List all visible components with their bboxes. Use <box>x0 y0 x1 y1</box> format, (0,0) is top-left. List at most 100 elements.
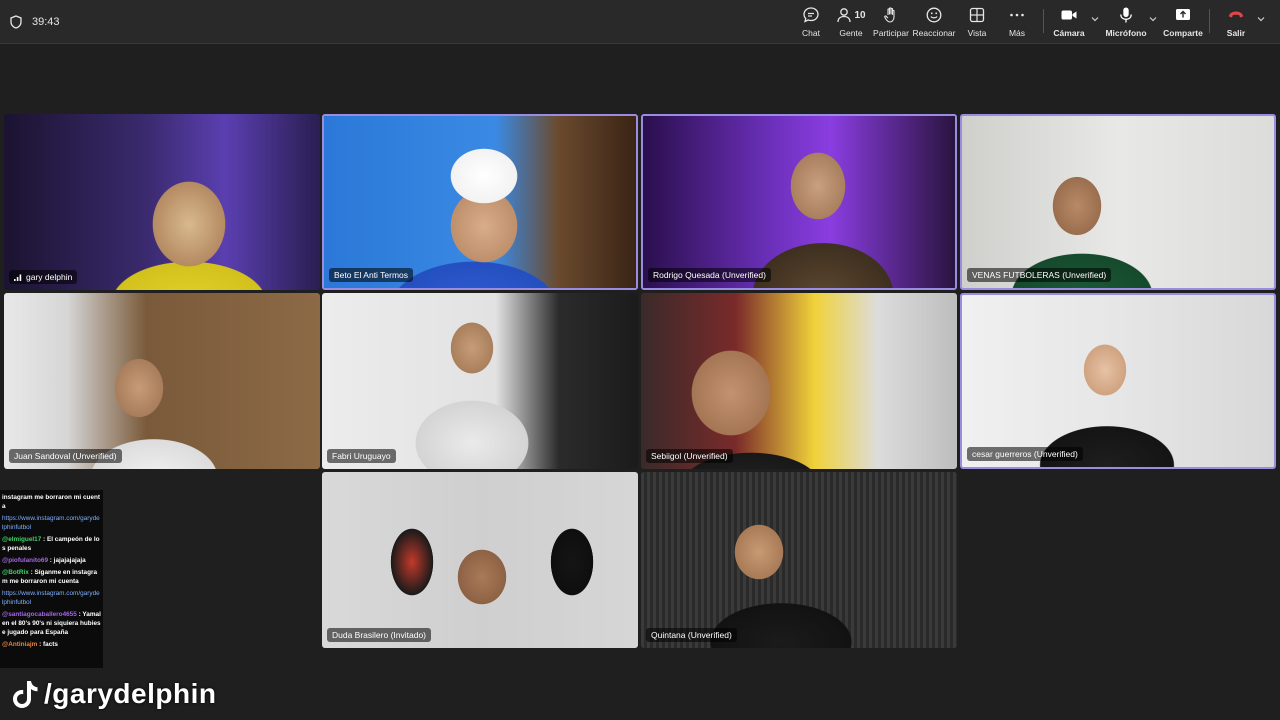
people-label: Gente <box>839 28 863 38</box>
video-tile[interactable]: Fabri Uruguayo <box>322 293 638 469</box>
microphone-button[interactable]: Micrófono <box>1104 6 1148 40</box>
smile-icon <box>926 7 942 23</box>
participant-video <box>322 472 638 648</box>
video-tile[interactable]: gary delphin <box>4 114 320 290</box>
participant-video <box>641 293 957 469</box>
share-label: Comparte <box>1163 28 1203 38</box>
view-label: Vista <box>967 28 987 38</box>
leave-button[interactable]: Salir <box>1214 6 1258 40</box>
raise-hand-icon <box>884 7 895 23</box>
tiktok-icon <box>13 681 38 708</box>
chat-text: : jajajajajaja <box>49 557 86 564</box>
more-button[interactable]: Más <box>995 6 1039 40</box>
participant-video <box>4 114 320 290</box>
people-icon <box>837 8 852 23</box>
share-button[interactable]: Comparte <box>1161 6 1205 40</box>
react-button[interactable]: Reaccionar <box>912 6 956 40</box>
video-tile[interactable]: cesar guerreros (Unverified) <box>960 293 1276 469</box>
participant-name: VENAS FUTBOLERAS (Unverified) <box>972 270 1107 280</box>
chat-message: @santiagocaballero4655 : Yamal en el 80'… <box>2 610 101 637</box>
participant-video <box>641 472 957 648</box>
chat-button[interactable]: Chat <box>789 6 833 40</box>
chat-username: @BotRix <box>2 569 29 576</box>
raise-hand-label: Participar <box>873 28 909 38</box>
chat-label: Chat <box>802 28 820 38</box>
participant-name: Quintana (Unverified) <box>651 630 732 640</box>
participant-nameplate: Duda Brasilero (Invitado) <box>327 628 432 642</box>
toolbar-divider <box>1043 9 1044 33</box>
chat-message: @Antiniajm : facts <box>2 640 101 649</box>
participant-video <box>962 116 1274 288</box>
people-icon-group: 10 <box>836 6 866 24</box>
stream-chat-overlay: instagram me borraron mi cuenta https://… <box>0 490 103 668</box>
video-tile[interactable]: VENAS FUTBOLERAS (Unverified) <box>960 114 1276 290</box>
people-count: 10 <box>854 9 866 21</box>
chat-icon <box>803 7 819 23</box>
participant-name: Beto El Anti Termos <box>334 270 409 280</box>
hang-up-icon <box>1229 11 1243 18</box>
microphone-icon <box>1120 7 1132 23</box>
participant-video <box>4 293 320 469</box>
react-label: Reaccionar <box>912 28 956 38</box>
participant-name: Fabri Uruguayo <box>332 451 391 461</box>
microphone-options-chevron-down-icon[interactable] <box>1148 14 1158 24</box>
participant-name: Rodrigo Quesada (Unverified) <box>653 270 766 280</box>
participant-nameplate: Fabri Uruguayo <box>327 449 396 463</box>
participant-nameplate: Rodrigo Quesada (Unverified) <box>648 268 771 282</box>
chat-text: : facts <box>39 641 58 648</box>
grid-view-icon <box>969 7 985 23</box>
chat-username: @santiagocaballero4655 <box>2 611 77 618</box>
participant-name: Duda Brasilero (Invitado) <box>332 630 427 640</box>
participant-nameplate: Beto El Anti Termos <box>329 268 414 282</box>
participant-nameplate: Quintana (Unverified) <box>646 628 737 642</box>
toolbar-divider <box>1209 9 1210 33</box>
chat-link[interactable]: https://www.instagram.com/garydelphinfut… <box>2 590 100 606</box>
chat-message: @elmiguel17 : El campeón de los penales <box>2 535 101 553</box>
chat-username: @piofulanito69 <box>2 557 48 564</box>
chat-username: @elmiguel17 <box>2 536 42 543</box>
microphone-label: Micrófono <box>1105 28 1147 38</box>
video-tile[interactable]: Duda Brasilero (Invitado) <box>322 472 638 648</box>
participant-name: cesar guerreros (Unverified) <box>972 449 1078 459</box>
signal-strength-icon <box>14 274 22 281</box>
chat-message: https://www.instagram.com/garydelphinfut… <box>2 589 101 607</box>
participant-video <box>643 116 955 288</box>
timer-text: 39:43 <box>32 16 60 28</box>
chat-username: @Antiniajm <box>2 641 38 648</box>
video-tile[interactable]: Beto El Anti Termos <box>322 114 638 290</box>
participant-nameplate: gary delphin <box>9 270 78 284</box>
chat-message: https://www.instagram.com/garydelphinfut… <box>2 514 101 532</box>
participant-video <box>322 293 638 469</box>
participant-name: Juan Sandoval (Unverified) <box>14 451 117 461</box>
meeting-toolbar: 39:43 Chat 10 Gente Participar Reacciona… <box>0 0 1280 44</box>
camera-icon <box>1061 10 1077 20</box>
chat-message: @BotRix : Síganme en instagram me borrar… <box>2 568 101 586</box>
video-tile[interactable]: Juan Sandoval (Unverified) <box>4 293 320 469</box>
participant-video <box>324 116 636 288</box>
meeting-timer: 39:43 <box>10 13 60 31</box>
participant-nameplate: Juan Sandoval (Unverified) <box>9 449 122 463</box>
camera-button[interactable]: Cámara <box>1047 6 1091 40</box>
people-button[interactable]: 10 Gente <box>829 6 873 40</box>
camera-label: Cámara <box>1053 28 1085 38</box>
participant-nameplate: cesar guerreros (Unverified) <box>967 447 1083 461</box>
raise-hand-button[interactable]: Participar <box>869 6 913 40</box>
participant-name: Sebiigol (Unverified) <box>651 451 728 461</box>
chat-message: instagram me borraron mi cuenta <box>2 493 101 511</box>
video-tile[interactable]: Sebiigol (Unverified) <box>641 293 957 469</box>
more-icon <box>1010 13 1024 17</box>
chat-link[interactable]: https://www.instagram.com/garydelphinfut… <box>2 515 100 531</box>
participant-video <box>962 295 1274 467</box>
participant-nameplate: Sebiigol (Unverified) <box>646 449 733 463</box>
leave-label: Salir <box>1226 28 1246 38</box>
camera-options-chevron-down-icon[interactable] <box>1090 14 1100 24</box>
chat-text: instagram me borraron mi cuenta <box>2 494 101 510</box>
more-label: Más <box>1008 28 1026 38</box>
view-button[interactable]: Vista <box>955 6 999 40</box>
video-tile[interactable]: Rodrigo Quesada (Unverified) <box>641 114 957 290</box>
share-icon <box>1176 9 1190 20</box>
video-tile[interactable]: Quintana (Unverified) <box>641 472 957 648</box>
leave-options-chevron-down-icon[interactable] <box>1256 14 1266 24</box>
chat-message: @piofulanito69 : jajajajajaja <box>2 556 101 565</box>
participant-nameplate: VENAS FUTBOLERAS (Unverified) <box>967 268 1112 282</box>
